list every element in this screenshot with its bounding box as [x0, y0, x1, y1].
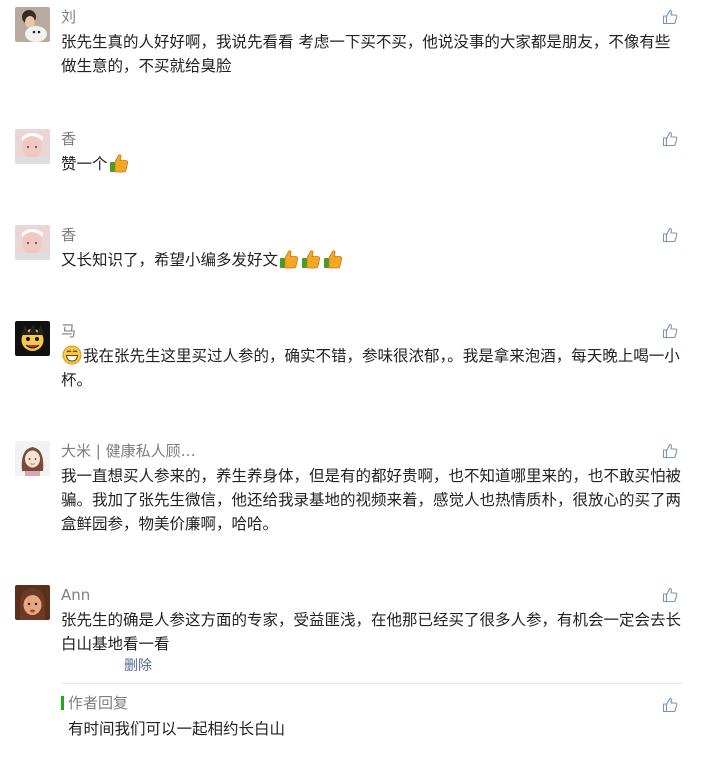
comment-text: 我在张先生这里买过人参的，确实不错，参味很浓郁，。我是拿来泡酒，每天晚上喝一小杯… [61, 345, 680, 389]
dog-photo-avatar[interactable] [15, 7, 50, 42]
comment-text: 赞一个 [61, 152, 681, 176]
author-reply-label: 作者回复 [68, 694, 129, 712]
girl-illustration-avatar[interactable] [15, 441, 50, 476]
like-icon[interactable] [662, 9, 678, 25]
comment-text: 张先生真的人好好啊，我说先看看 考虑一下买不买，他说没事的大家都是朋友，不像有些… [61, 33, 671, 75]
commenter-name: 香 [61, 226, 77, 244]
like-icon[interactable] [662, 131, 678, 147]
reply-accent-bar [61, 696, 64, 710]
thumbs-up-emoji [109, 153, 129, 173]
like-icon[interactable] [662, 697, 678, 713]
like-icon[interactable] [662, 443, 678, 459]
thumbs-up-emoji [323, 249, 343, 269]
like-icon[interactable] [662, 587, 678, 603]
thumbs-up-emoji [301, 249, 321, 269]
delete-link[interactable]: 删除 [124, 655, 152, 675]
thumbs-up-emoji [279, 249, 299, 269]
grin-emoji [62, 345, 82, 365]
baby-photo-avatar[interactable] [15, 225, 50, 260]
author-reply-text: 有时间我们可以一起相约长白山 [68, 720, 286, 738]
like-icon[interactable] [662, 227, 678, 243]
child-photo-avatar[interactable] [15, 585, 50, 620]
comment-text: 张先生的确是人参这方面的专家，受益匪浅，在他那已经买了很多人参，有机会一定会去长… [61, 611, 682, 653]
comment-text: 又长知识了，希望小编多发好文 [61, 248, 681, 272]
commenter-name: 大米 | 健康私人顾… [61, 442, 196, 460]
divider [61, 683, 683, 684]
baby-photo-avatar[interactable] [15, 129, 50, 164]
commenter-name: 马 [61, 322, 77, 340]
commenter-name: 刘 [61, 8, 77, 26]
like-icon[interactable] [662, 323, 678, 339]
comment-text: 我一直想买人参来的，养生养身体，但是有的都好贵啊，也不知道哪里来的，也不敢买怕被… [61, 467, 682, 533]
commenter-name: Ann [61, 586, 91, 604]
cartoon-avatar[interactable] [15, 321, 50, 356]
commenter-name: 香 [61, 130, 77, 148]
